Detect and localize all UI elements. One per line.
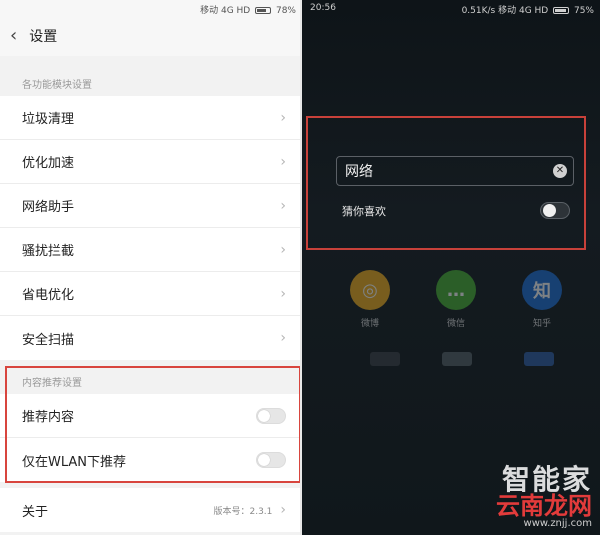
app-wechat[interactable]: … 微信 xyxy=(426,270,486,329)
zhihu-icon: 知 xyxy=(522,270,562,310)
search-value: 网络 xyxy=(345,164,373,180)
page-title: 设置 xyxy=(29,29,58,45)
app-label: 知乎 xyxy=(532,319,551,329)
chevron-right-icon: › xyxy=(280,330,286,346)
toggle-knob xyxy=(543,204,556,217)
battery-icon xyxy=(255,7,272,14)
watermark-logo: 智能家 云南龙网 www.znjj.com xyxy=(496,463,592,530)
battery-text: 78% xyxy=(275,6,296,16)
list-item-network[interactable]: 网络助手 › xyxy=(0,184,302,228)
carrier-text: 移动 4G HD xyxy=(200,6,251,16)
weibo-icon: ◎ xyxy=(350,270,390,310)
list-item-label: 网络助手 xyxy=(22,200,75,215)
chevron-right-icon: › xyxy=(280,197,286,214)
app-weibo[interactable]: ◎ 微博 xyxy=(340,270,400,329)
app-partial-icon xyxy=(524,352,554,366)
app-label: 微博 xyxy=(360,319,379,329)
list-item-label: 优化加速 xyxy=(22,156,75,171)
list-item-power[interactable]: 省电优化 › xyxy=(0,272,302,316)
list-item-speedup[interactable]: 优化加速 › xyxy=(0,140,302,184)
list-item-label: 安全扫描 xyxy=(22,332,75,348)
clear-icon[interactable]: ✕ xyxy=(553,164,567,178)
list-item-label: 垃圾清理 xyxy=(22,112,75,127)
app-glyph: ◎ xyxy=(362,279,378,301)
header: ‹ 设置 xyxy=(0,16,302,56)
section-title-modules: 各功能模块设置 xyxy=(22,80,92,91)
chevron-right-icon: › xyxy=(280,502,286,518)
search-input[interactable]: 网络 ✕ xyxy=(336,156,574,186)
watermark-line2: 云南龙网 xyxy=(496,492,592,520)
version-text: 版本号：2.3.1 xyxy=(213,506,273,517)
status-bar: 20:56 0.51K/s 移动 4G HD 75% xyxy=(302,0,600,16)
list-item-label: 省电优化 xyxy=(22,288,75,303)
about-right: 版本号：2.3.1 › xyxy=(213,502,286,518)
back-chevron-icon[interactable]: ‹ xyxy=(10,27,17,45)
guess-label: 猜你喜欢 xyxy=(342,204,386,218)
app-glyph: … xyxy=(447,279,465,301)
guess-toggle[interactable] xyxy=(540,202,570,219)
list-item-label: 骚扰拦截 xyxy=(22,244,75,259)
chevron-right-icon: › xyxy=(280,241,286,258)
status-bar: 移动 4G HD 78% xyxy=(0,0,302,16)
battery-icon xyxy=(553,7,570,14)
list-item-cleanup[interactable]: 垃圾清理 › xyxy=(0,96,302,140)
list-item-block[interactable]: 骚扰拦截 › xyxy=(0,228,302,272)
app-partial-icon xyxy=(442,352,472,366)
guess-row: 猜你喜欢 xyxy=(342,202,570,219)
app-glyph: 知 xyxy=(533,281,551,302)
list-item-scan[interactable]: 安全扫描 › xyxy=(0,316,302,360)
speed-text: 0.51K/s xyxy=(461,6,496,16)
app-partial-icon xyxy=(370,352,400,366)
settings-screen: 移动 4G HD 78% ‹ 设置 各功能模块设置 垃圾清理 › 优化加速 › … xyxy=(0,0,302,535)
chevron-right-icon: › xyxy=(280,109,286,126)
list-item-label: 关于 xyxy=(22,504,49,520)
search-screen: 20:56 0.51K/s 移动 4G HD 75% 网络 ✕ 猜你喜欢 ◎ 微… xyxy=(302,0,600,535)
modules-list: 垃圾清理 › 优化加速 › 网络助手 › 骚扰拦截 › 省电优化 › 安全扫描 … xyxy=(0,96,302,360)
chevron-right-icon: › xyxy=(280,153,286,170)
battery-text: 75% xyxy=(573,6,594,16)
about-list: 关于 版本号：2.3.1 › xyxy=(0,488,302,532)
status-right: 0.51K/s 移动 4G HD 75% xyxy=(462,3,594,16)
highlight-box xyxy=(5,366,301,483)
app-zhihu[interactable]: 知 知乎 xyxy=(512,270,572,329)
app-label: 微信 xyxy=(446,319,465,329)
list-item-about[interactable]: 关于 版本号：2.3.1 › xyxy=(0,488,302,532)
watermark-line1: 智能家 xyxy=(501,463,592,496)
wechat-icon: … xyxy=(436,270,476,310)
time-text: 20:56 xyxy=(310,3,336,13)
carrier-text: 移动 4G HD xyxy=(498,6,549,16)
chevron-right-icon: › xyxy=(280,285,286,302)
